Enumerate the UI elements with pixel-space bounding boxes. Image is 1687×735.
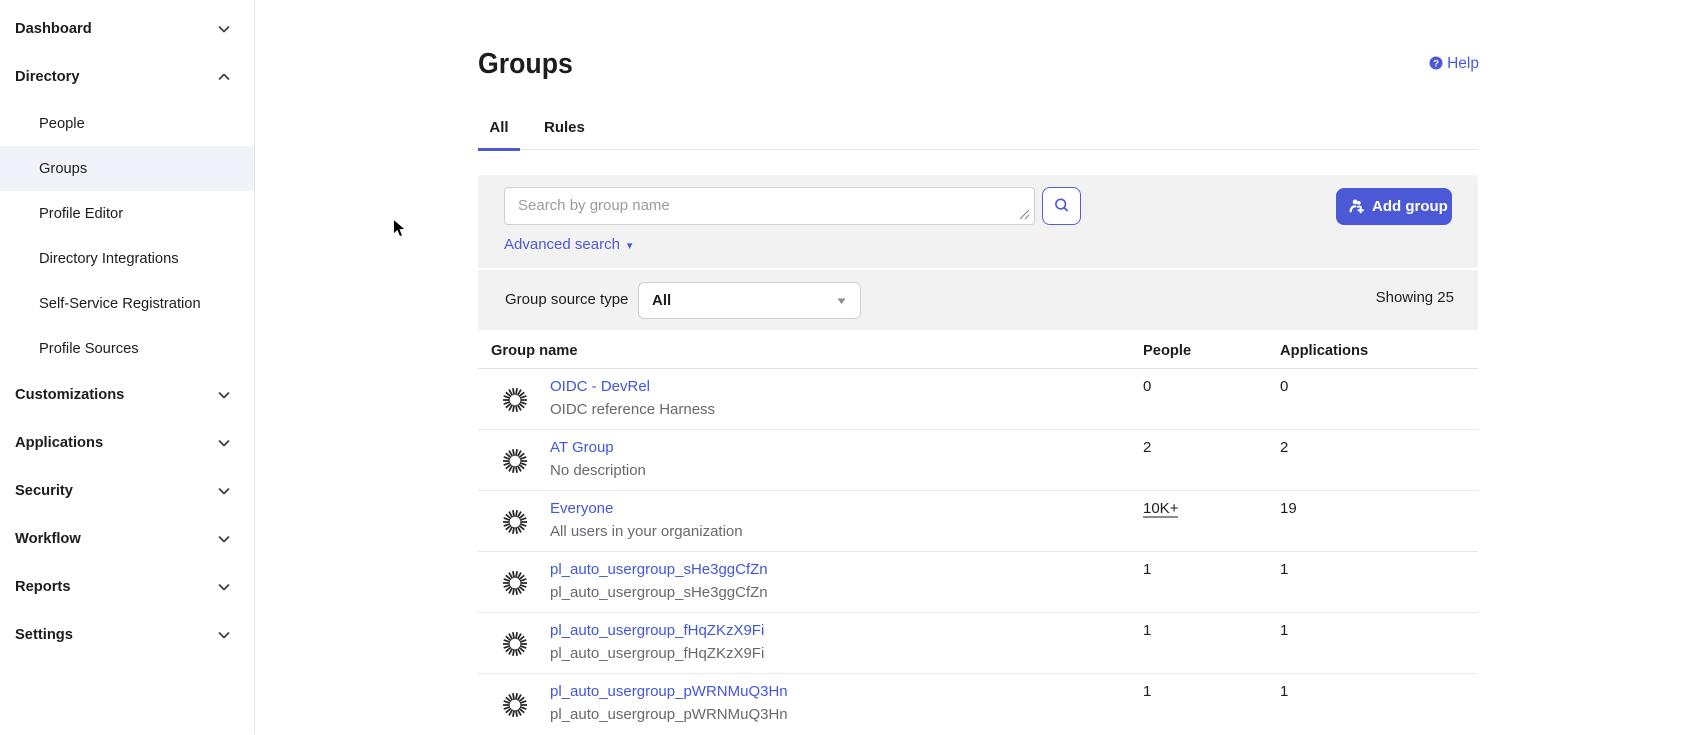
svg-text:?: ?	[1433, 58, 1439, 69]
